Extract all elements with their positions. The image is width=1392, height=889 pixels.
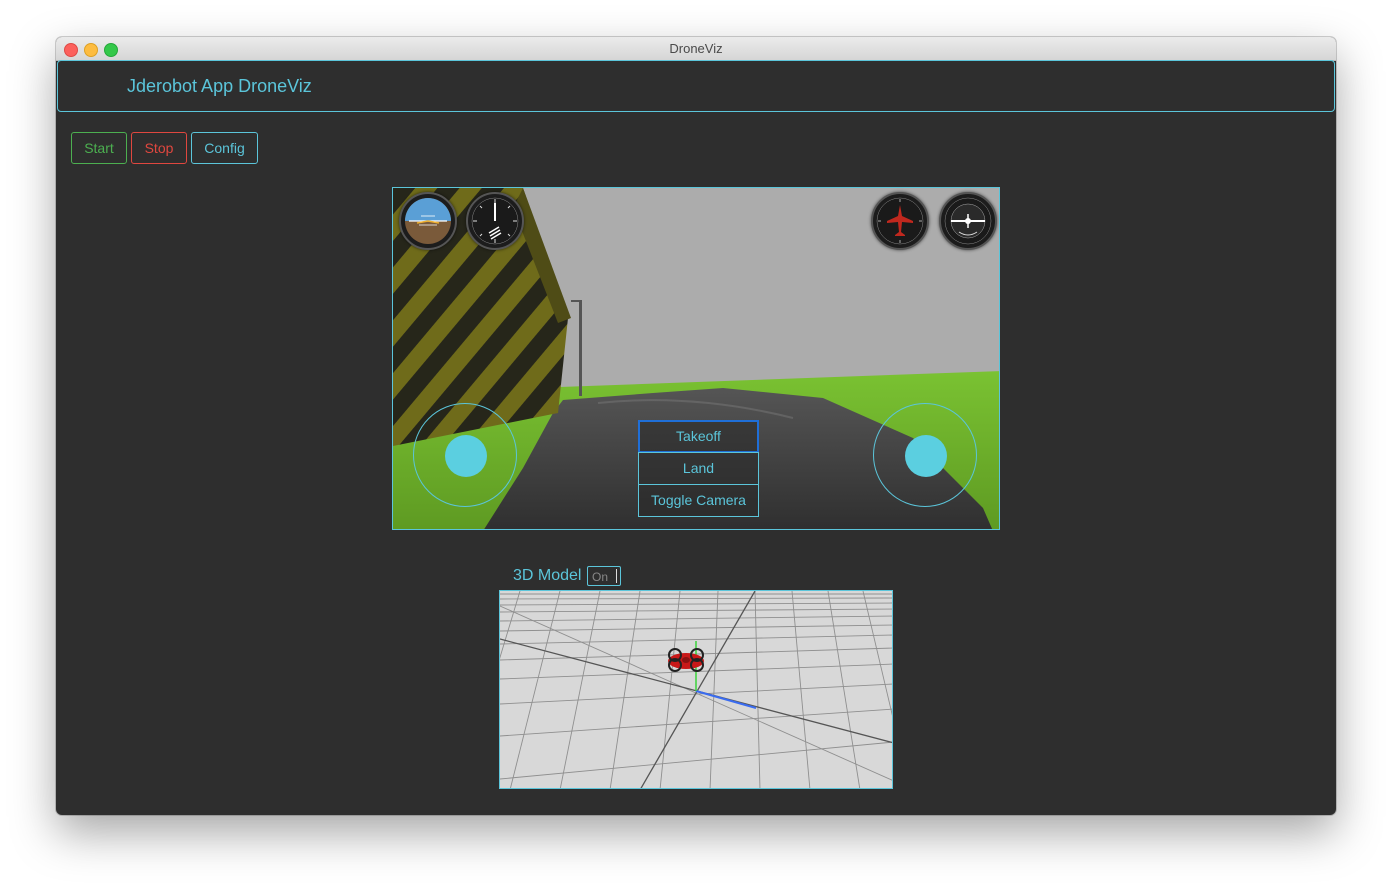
start-button[interactable]: Start: [71, 132, 127, 164]
land-button[interactable]: Land: [638, 452, 759, 485]
attitude-indicator-icon: [399, 192, 457, 250]
takeoff-button[interactable]: Takeoff: [638, 420, 759, 453]
right-joystick[interactable]: [873, 403, 977, 507]
right-joystick-knob[interactable]: [905, 435, 947, 477]
drone-camera-view[interactable]: Takeoff Land Toggle Camera: [392, 187, 1000, 530]
model-3d-view[interactable]: [499, 590, 893, 789]
left-joystick-knob[interactable]: [445, 435, 487, 477]
altimeter-icon: [466, 192, 524, 250]
config-button[interactable]: Config: [191, 132, 258, 164]
model-3d-toggle[interactable]: On: [587, 566, 621, 586]
toggle-camera-button[interactable]: Toggle Camera: [638, 484, 759, 517]
model-3d-scene: [500, 591, 892, 788]
toggle-handle: [616, 569, 617, 583]
drone-control-buttons: Takeoff Land Toggle Camera: [638, 420, 759, 517]
turn-coordinator-icon: [871, 192, 929, 250]
window-title: DroneViz: [669, 41, 723, 56]
stop-button[interactable]: Stop: [131, 132, 187, 164]
app-window: DroneViz Jderobot App DroneViz Start Sto…: [56, 37, 1336, 815]
model-3d-toggle-label: On: [592, 570, 609, 584]
window-titlebar[interactable]: DroneViz: [56, 37, 1336, 61]
app-header: Jderobot App DroneViz: [57, 60, 1335, 112]
app-title: Jderobot App DroneViz: [127, 76, 312, 96]
left-joystick[interactable]: [413, 403, 517, 507]
model-3d-label: 3D Model: [513, 567, 582, 584]
heading-indicator-icon: [939, 192, 997, 250]
